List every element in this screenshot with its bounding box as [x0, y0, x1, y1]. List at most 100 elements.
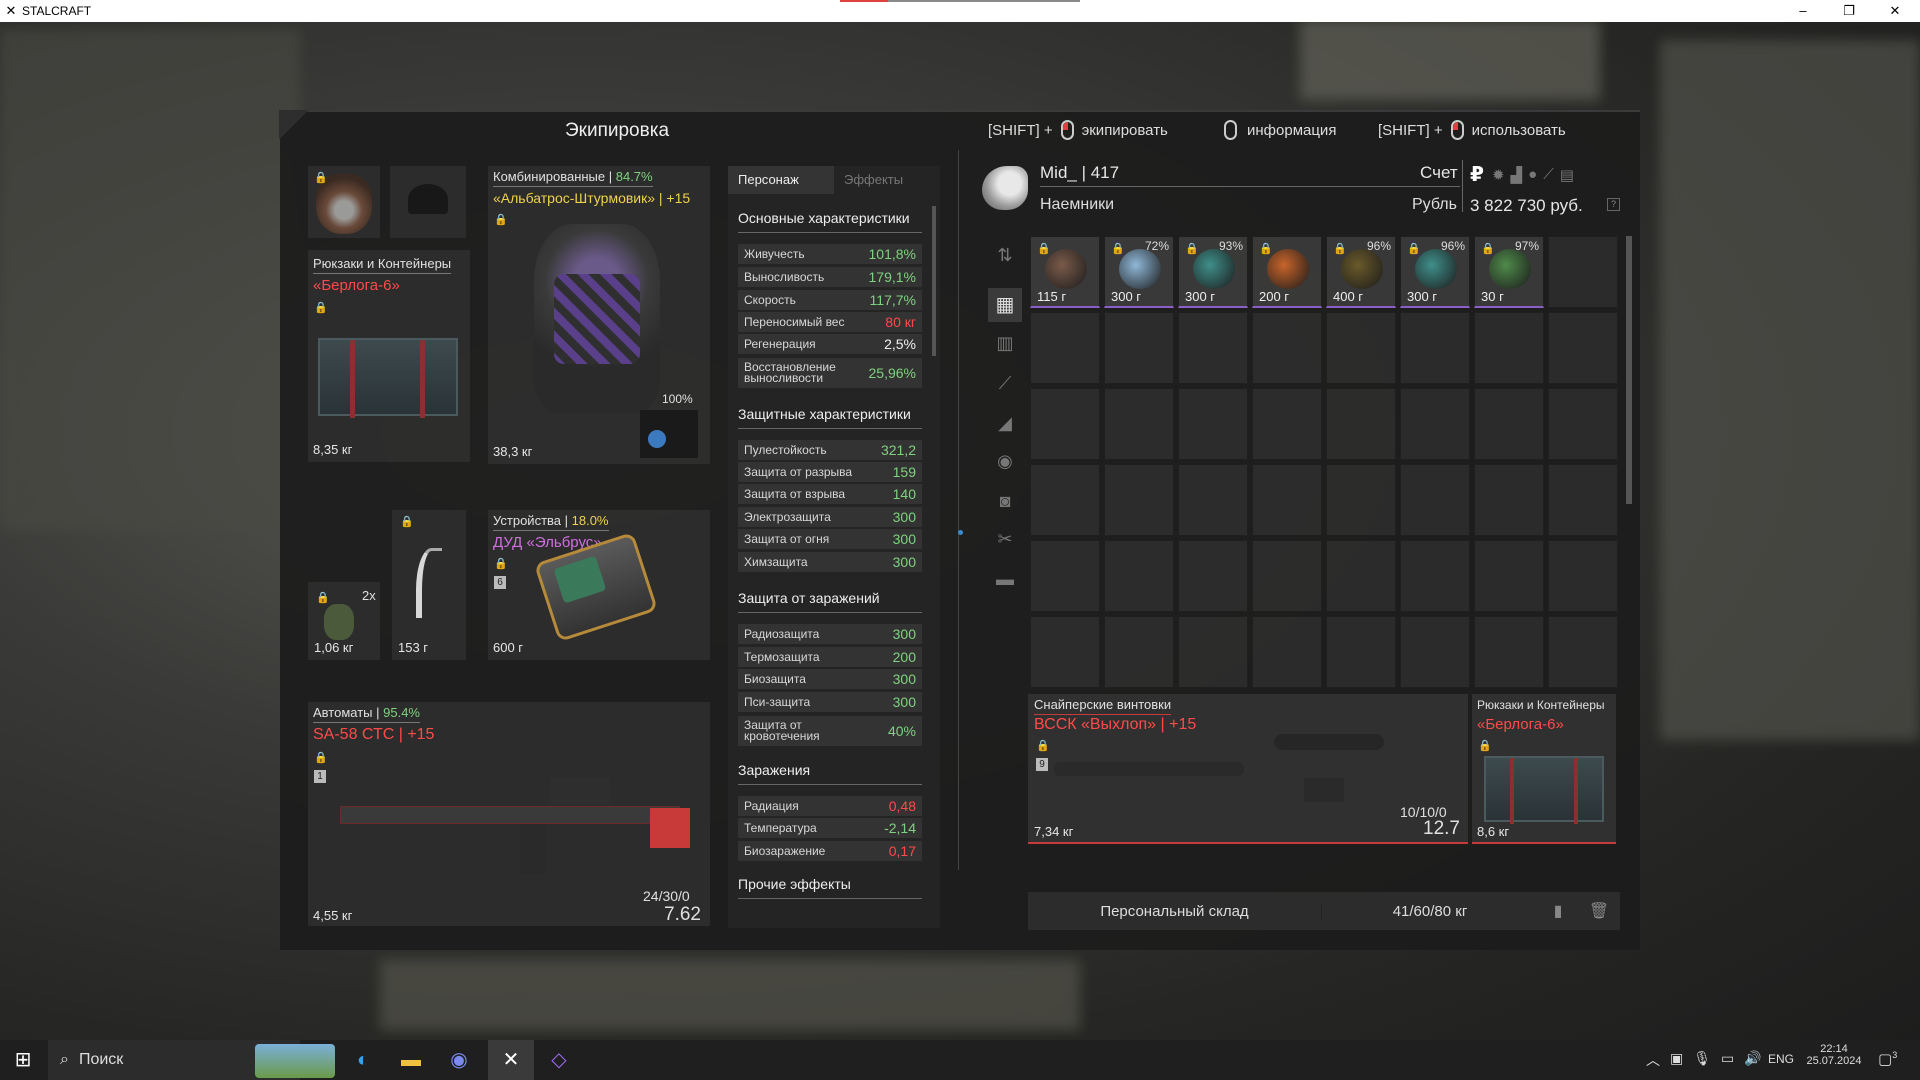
- trash-icon[interactable]: 🗑: [1578, 901, 1620, 921]
- inventory-cell[interactable]: [1178, 616, 1248, 688]
- inventory-cell[interactable]: [1548, 464, 1618, 536]
- help-icon[interactable]: ?: [1607, 198, 1620, 211]
- chevron-up-icon[interactable]: ︿: [1646, 1050, 1660, 1070]
- language-indicator[interactable]: ENG: [1768, 1052, 1794, 1066]
- tools-filter-icon[interactable]: ✂: [992, 526, 1018, 552]
- inventory-cell[interactable]: [1326, 616, 1396, 688]
- inventory-item[interactable]: 🔒 93% 300 г: [1178, 236, 1248, 308]
- inventory-cell[interactable]: [1252, 540, 1322, 612]
- backpack-slot[interactable]: Рюкзаки и Контейнеры «Берлога-6» 🔒 8,35 …: [308, 250, 470, 462]
- device-filter-icon[interactable]: ◙: [992, 488, 1018, 514]
- inventory-cell[interactable]: [1030, 388, 1100, 460]
- close-button[interactable]: ✕: [1872, 0, 1918, 22]
- sniper-rifle-item[interactable]: Снайперские винтовки ВССК «Выхлоп» | +15…: [1028, 694, 1468, 844]
- stat-row: Радиация 0,48: [738, 796, 922, 816]
- inventory-cell[interactable]: [1104, 540, 1174, 612]
- inventory-cell[interactable]: [1104, 464, 1174, 536]
- inventory-cell[interactable]: [1548, 616, 1618, 688]
- artifact-icon: [1193, 249, 1235, 289]
- inventory-cell[interactable]: [1252, 616, 1322, 688]
- inventory-cell[interactable]: [1400, 312, 1470, 384]
- inventory-cell[interactable]: [1178, 540, 1248, 612]
- inventory-item[interactable]: 🔒 97% 30 г: [1474, 236, 1544, 308]
- inventory-item[interactable]: 🔒 115 г: [1030, 236, 1100, 308]
- tray-app-icon[interactable]: ▣: [1670, 1050, 1683, 1070]
- inventory-cell[interactable]: [1030, 540, 1100, 612]
- grenade-slot[interactable]: 🔒 2x 1,06 кг: [308, 582, 380, 660]
- microphone-icon[interactable]: 🎙: [1693, 1050, 1711, 1070]
- sort-icon[interactable]: ⇅: [992, 242, 1018, 268]
- device-slot[interactable]: Устройства | 18.0% ДУД «Эльбрус» 🔒 6 600…: [488, 510, 710, 660]
- inventory-cell[interactable]: [1400, 616, 1470, 688]
- inventory-cell[interactable]: [1104, 616, 1174, 688]
- inventory-cell[interactable]: [1178, 388, 1248, 460]
- artifact-filter-icon[interactable]: ◉: [992, 448, 1018, 474]
- inventory-cell[interactable]: [1252, 312, 1322, 384]
- inventory-cell[interactable]: [1326, 312, 1396, 384]
- maximize-button[interactable]: ❐: [1826, 0, 1872, 22]
- inventory-cell[interactable]: [1252, 464, 1322, 536]
- item-durability: 93%: [1218, 239, 1243, 253]
- inventory-cell[interactable]: [1178, 312, 1248, 384]
- coin-icon[interactable]: ✹: [1492, 166, 1505, 184]
- inventory-cell[interactable]: [1548, 540, 1618, 612]
- inventory-cell[interactable]: [1030, 312, 1100, 384]
- inventory-item[interactable]: 🔒 200 г: [1252, 236, 1322, 308]
- minimize-button[interactable]: –: [1780, 0, 1826, 22]
- inventory-cell[interactable]: [1548, 236, 1618, 308]
- inventory-item[interactable]: 🔒 96% 400 г: [1326, 236, 1396, 308]
- boot-icon[interactable]: ▟: [1511, 166, 1523, 184]
- weapon-slot[interactable]: Автоматы | 95.4% SA-58 СТС | +15 🔒 1 24/…: [308, 702, 710, 926]
- window-titlebar: ✕ STALCRAFT – ❐ ✕: [0, 0, 1920, 22]
- inventory-cell[interactable]: [1326, 464, 1396, 536]
- weapon-filter-icon[interactable]: ⟋: [992, 370, 1018, 396]
- inventory-item[interactable]: 🔒 96% 300 г: [1400, 236, 1470, 308]
- network-icon[interactable]: ▭: [1721, 1050, 1734, 1070]
- inventory-cell[interactable]: [1178, 464, 1248, 536]
- misc-filter-icon[interactable]: ▬: [992, 566, 1018, 592]
- weight-icon[interactable]: ▮: [1538, 901, 1578, 921]
- inventory-cell[interactable]: [1326, 388, 1396, 460]
- backpack-item[interactable]: Рюкзаки и Контейнеры «Берлога-6» 🔒 8,6 к…: [1472, 694, 1616, 844]
- inventory-cell[interactable]: [1548, 312, 1618, 384]
- feather-icon[interactable]: ⟋: [1543, 166, 1554, 184]
- notification-icon[interactable]: ▢3: [1878, 1050, 1897, 1068]
- scroll-icon[interactable]: ▤: [1560, 166, 1574, 184]
- discord-icon[interactable]: ◉: [436, 1040, 482, 1080]
- medal-icon[interactable]: ●: [1528, 166, 1537, 184]
- edge-icon[interactable]: ◐: [340, 1040, 386, 1080]
- inventory-scrollbar[interactable]: [1626, 236, 1632, 504]
- inventory-cell[interactable]: [1400, 464, 1470, 536]
- inventory-cell[interactable]: [1474, 388, 1544, 460]
- armor-filter-icon[interactable]: ▥: [992, 330, 1018, 356]
- windows-start-icon[interactable]: ⊞: [0, 1040, 46, 1080]
- helmet-slot[interactable]: [390, 166, 466, 238]
- volume-icon[interactable]: 🔊: [1744, 1050, 1761, 1070]
- armor-slot[interactable]: Комбинированные | 84.7% «Альбатрос-Штурм…: [488, 166, 710, 464]
- inventory-cell[interactable]: [1474, 464, 1544, 536]
- inventory-cell[interactable]: [1548, 388, 1618, 460]
- inventory-cell[interactable]: [1400, 388, 1470, 460]
- inventory-cell[interactable]: [1104, 312, 1174, 384]
- clock[interactable]: 22:14 25.07.2024: [1806, 1043, 1862, 1067]
- inventory-cell[interactable]: [1104, 388, 1174, 460]
- inventory-item[interactable]: 🔒 72% 300 г: [1104, 236, 1174, 308]
- knife-filter-icon[interactable]: ◢: [992, 410, 1018, 436]
- inventory-cell[interactable]: [1474, 312, 1544, 384]
- inventory-cell[interactable]: [1252, 388, 1322, 460]
- personal-storage-button[interactable]: Персональный склад: [1028, 902, 1322, 920]
- inventory-cell[interactable]: [1474, 616, 1544, 688]
- stalcraft-taskbar-icon[interactable]: ✕: [488, 1040, 534, 1080]
- file-explorer-icon[interactable]: ▬: [388, 1040, 434, 1080]
- inventory-cell[interactable]: [1400, 540, 1470, 612]
- inventory-cell[interactable]: [1030, 616, 1100, 688]
- inventory-cell[interactable]: [1030, 464, 1100, 536]
- launcher-icon[interactable]: ◇: [536, 1040, 582, 1080]
- ruble-icon[interactable]: ₽: [1470, 162, 1484, 187]
- inventory-cell[interactable]: [1326, 540, 1396, 612]
- knife-slot[interactable]: 🔒 153 г: [392, 510, 466, 660]
- sniper-caliber: 12.7: [1423, 818, 1460, 839]
- mask-slot[interactable]: 🔒: [308, 166, 380, 238]
- inventory-cell[interactable]: [1474, 540, 1544, 612]
- grid-all-icon[interactable]: ▦: [988, 288, 1022, 322]
